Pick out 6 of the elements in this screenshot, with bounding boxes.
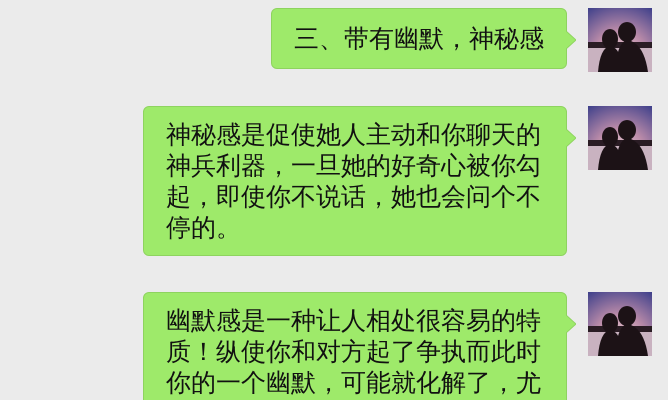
bubble-tail: [566, 129, 576, 147]
message-bubble: 三、带有幽默，神秘感: [271, 8, 567, 69]
message-bubble: 神秘感是促使她人主动和你聊天的神兵利器，一旦她的好奇心被你勾起，即使你不说话，她也会问个不停的。: [143, 106, 567, 256]
bubble-tail: [566, 315, 576, 333]
message-bubble: 幽默感是一种让人相处很容易的特质！纵使你和对方起了争执而此时你的一个幽默，可能就化解了，尤: [143, 292, 567, 400]
bubble-tail: [566, 31, 576, 49]
